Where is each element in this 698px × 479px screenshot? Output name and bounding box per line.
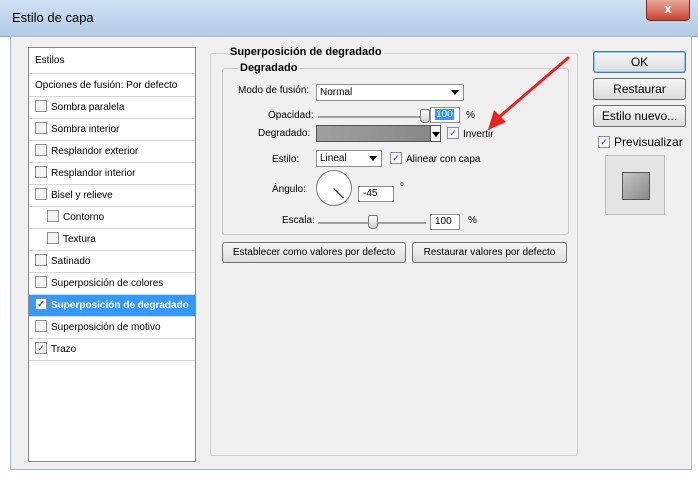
styles-header-label: Estilos — [35, 55, 65, 66]
title-bar: Estilo de capa x — [0, 0, 698, 37]
section-title: Superposición de degradado — [228, 46, 384, 58]
style-item[interactable]: Contorno — [29, 207, 195, 229]
style-select[interactable]: Lineal — [316, 150, 382, 167]
style-item-checkbox[interactable] — [47, 232, 59, 245]
close-button[interactable]: x — [646, 0, 690, 21]
preview-label: Previsualizar — [614, 135, 683, 149]
scale-value: 100 — [435, 216, 452, 227]
style-item[interactable]: Superposición de colores — [29, 273, 195, 295]
preview-thumbnail — [605, 155, 665, 215]
angle-unit: ° — [400, 182, 404, 193]
blend-mode-select[interactable]: Normal — [316, 84, 464, 101]
opacity-slider-thumb[interactable] — [420, 109, 430, 123]
window-title: Estilo de capa — [12, 10, 94, 25]
style-item-checkbox[interactable] — [35, 166, 47, 179]
scale-unit: % — [468, 215, 477, 226]
scale-slider-thumb[interactable] — [368, 215, 378, 229]
gradient-dropdown-button[interactable] — [430, 125, 441, 142]
scale-label: Escala: — [282, 215, 315, 226]
preview-checkbox[interactable]: ✓ Previsualizar — [598, 135, 683, 149]
angle-label: Ángulo: — [272, 184, 306, 195]
style-item[interactable]: Sombra paralela — [29, 97, 195, 119]
align-checkbox-box[interactable]: ✓ — [390, 152, 402, 165]
angle-dial[interactable] — [316, 170, 352, 206]
styles-list: Estilos Opciones de fusión: Por defecto S… — [28, 47, 196, 462]
make-default-button[interactable]: Establecer como valores por defecto — [222, 242, 406, 263]
style-item[interactable]: ✓ Superposición de degradado — [29, 295, 195, 317]
style-item-label: Resplandor interior — [51, 168, 136, 179]
close-icon: x — [664, 1, 672, 16]
style-item-checkbox[interactable] — [35, 188, 47, 201]
style-item-label: Sombra interior — [51, 124, 120, 135]
align-with-layer-checkbox[interactable]: ✓ Alinear con capa — [390, 152, 481, 165]
blend-mode-label: Modo de fusión: — [238, 85, 310, 96]
blend-mode-value: Normal — [320, 87, 353, 98]
style-item-checkbox[interactable] — [35, 122, 47, 135]
style-item[interactable]: Sombra interior — [29, 119, 195, 141]
angle-dial-hand — [333, 188, 344, 199]
new-style-button[interactable]: Estilo nuevo... — [593, 105, 686, 127]
opacity-label: Opacidad: — [268, 110, 314, 121]
align-label: Alinear con capa — [406, 154, 481, 165]
style-item-checkbox[interactable] — [35, 100, 47, 113]
style-item-checkbox[interactable] — [47, 210, 59, 223]
opacity-value: 100 — [435, 109, 454, 120]
angle-input[interactable]: -45 — [358, 186, 394, 202]
style-item-label: Superposición de colores — [51, 278, 164, 289]
chevron-down-icon — [432, 132, 440, 137]
style-item-label: Trazo — [51, 344, 77, 355]
style-item-checkbox[interactable]: ✓ — [35, 298, 47, 311]
style-item[interactable]: Opciones de fusión: Por defecto — [29, 75, 195, 97]
annotation-arrow-icon — [488, 56, 570, 130]
style-item-label: Opciones de fusión: Por defecto — [35, 80, 178, 91]
style-value: Lineal — [320, 153, 347, 164]
style-item[interactable]: Textura — [29, 229, 195, 251]
style-item[interactable]: Superposición de motivo — [29, 317, 195, 339]
reset-button[interactable]: Restaurar — [593, 78, 686, 100]
reset-default-button[interactable]: Restaurar valores por defecto — [412, 242, 567, 263]
style-item[interactable]: ✓ Trazo — [29, 339, 195, 361]
ok-button[interactable]: OK — [593, 51, 686, 73]
gradient-picker[interactable] — [316, 125, 431, 142]
style-item[interactable]: Resplandor interior — [29, 163, 195, 185]
style-item[interactable]: Resplandor exterior — [29, 141, 195, 163]
style-item-label: Satinado — [51, 256, 91, 267]
style-item-checkbox[interactable]: ✓ — [35, 342, 47, 355]
opacity-input[interactable]: 100 — [430, 107, 460, 123]
scale-input[interactable]: 100 — [430, 214, 460, 230]
style-item[interactable]: Bisel y relieve — [29, 185, 195, 207]
chevron-down-icon — [451, 90, 459, 95]
chevron-down-icon — [369, 156, 377, 161]
style-item-checkbox[interactable] — [35, 144, 47, 157]
style-item-label: Superposición de degradado — [51, 300, 189, 311]
style-item-label: Resplandor exterior — [51, 146, 139, 157]
preview-checkbox-box[interactable]: ✓ — [598, 135, 610, 148]
style-item-checkbox[interactable] — [35, 254, 47, 267]
opacity-slider[interactable] — [318, 116, 426, 118]
style-item-checkbox[interactable] — [35, 320, 47, 333]
styles-header[interactable]: Estilos — [29, 48, 195, 74]
group-title: Degradado — [238, 62, 300, 74]
preview-swatch — [622, 172, 650, 200]
angle-value: -45 — [363, 188, 378, 199]
style-item-label: Textura — [63, 234, 96, 245]
gradient-label: Degradado: — [258, 128, 311, 139]
invert-checkbox-box[interactable]: ✓ — [447, 127, 459, 140]
style-item-label: Sombra paralela — [51, 102, 125, 113]
style-item-label: Bisel y relieve — [51, 190, 113, 201]
style-label: Estilo: — [272, 154, 300, 165]
style-item-label: Superposición de motivo — [51, 322, 161, 333]
style-item-checkbox[interactable] — [35, 276, 47, 289]
style-item-label: Contorno — [63, 212, 105, 223]
style-item[interactable]: Satinado — [29, 251, 195, 273]
